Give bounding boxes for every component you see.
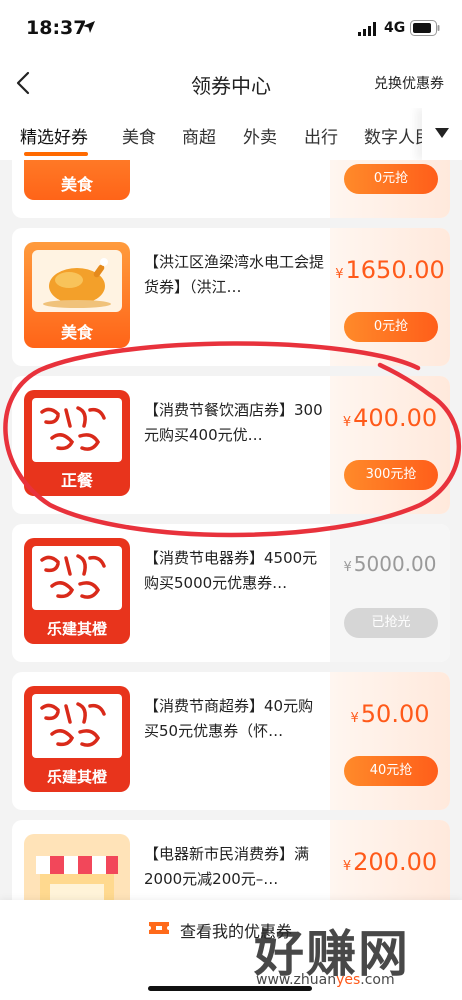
price-value: 1650.00 <box>345 256 445 284</box>
calligraphy-logo-icon <box>32 546 122 610</box>
watermark-url-prefix: www.zhuan <box>256 972 337 988</box>
coupon-list: 美食 0元抢 美食 【洪江区渔梁湾水电工会提货券】（洪江… ¥1650.00 0… <box>0 160 462 900</box>
tab-travel[interactable]: 出行 <box>304 123 338 148</box>
price-value: 200.00 <box>353 848 438 876</box>
calligraphy-logo-icon <box>32 694 122 758</box>
coupon-description: 【消费节商超券】40元购买50元优惠券（怀… <box>144 697 314 740</box>
price-column: ¥5000.00 已抢光 <box>330 524 450 662</box>
tab-food[interactable]: 美食 <box>122 123 156 148</box>
price-column: 0元抢 <box>330 160 450 218</box>
network-type: 4G <box>384 20 406 36</box>
coupon-description: 【洪江区渔梁湾水电工会提货券】（洪江… <box>144 253 325 296</box>
tab-featured[interactable]: 精选好券 <box>20 123 88 148</box>
watermark: 好赚网 www.zhuanyes.com <box>250 922 450 992</box>
category-tabs: 精选好券 美食 商超 外卖 出行 数字人民币 <box>0 108 462 160</box>
price-value: 5000.00 <box>353 552 437 576</box>
coupon-description: 【消费节电器券】4500元购买5000元优惠券… <box>144 549 318 592</box>
status-time: 18:37 <box>26 17 87 39</box>
tabs-expand-button[interactable] <box>422 108 462 160</box>
coupon-price: ¥5000.00 <box>330 552 450 576</box>
coupon-price: ¥1650.00 <box>330 256 450 284</box>
coupon-thumbnail: 美食 <box>24 242 130 348</box>
coupon-card[interactable]: 乐建其橙 【消费节商超券】40元购买50元优惠券（怀… ¥50.00 40元抢 <box>12 672 450 810</box>
currency-symbol: ¥ <box>343 560 352 575</box>
roast-chicken-icon <box>32 250 122 312</box>
grab-button[interactable]: 40元抢 <box>344 756 438 786</box>
thumb-label: 乐建其橙 <box>46 620 107 638</box>
sold-out-button: 已抢光 <box>344 608 438 638</box>
watermark-url-highlight: yes <box>336 972 361 988</box>
thumb-label: 乐建其橙 <box>46 768 107 786</box>
coupon-description: 【电器新市民消费券】满2000元减200元–… <box>144 845 310 888</box>
coupon-thumbnail: 正餐 <box>24 390 130 496</box>
triangle-down-icon <box>435 128 449 138</box>
battery-icon <box>410 20 440 36</box>
coupon-card[interactable]: 美食 0元抢 <box>12 160 450 218</box>
coupon-price: ¥50.00 <box>330 700 450 728</box>
tab-supermarket[interactable]: 商超 <box>182 123 216 148</box>
currency-symbol: ¥ <box>342 415 352 430</box>
signal-icon <box>358 22 376 36</box>
price-column: ¥400.00 300元抢 <box>330 376 450 514</box>
coupon-description: 【消费节餐饮酒店券】300元购买400元优… <box>144 401 323 444</box>
currency-symbol: ¥ <box>350 711 359 726</box>
thumb-label: 美食 <box>60 323 93 342</box>
coupon-icon[interactable] <box>148 918 170 938</box>
nav-header: 领券中心 兑换优惠券 <box>0 58 462 108</box>
price-column: ¥1650.00 0元抢 <box>330 228 450 366</box>
price-column: ¥200.00 <box>330 820 450 900</box>
location-arrow-icon <box>83 21 95 33</box>
calligraphy-logo-icon <box>32 398 122 462</box>
currency-symbol: ¥ <box>335 267 344 282</box>
coupon-card[interactable]: 美食 【洪江区渔梁湾水电工会提货券】（洪江… ¥1650.00 0元抢 <box>12 228 450 366</box>
coupon-card[interactable]: 正餐 【消费节餐饮酒店券】300元购买400元优… ¥400.00 300元抢 <box>12 376 450 514</box>
grab-button[interactable]: 0元抢 <box>344 312 438 342</box>
exchange-coupon-link[interactable]: 兑换优惠券 <box>374 73 444 93</box>
status-bar: 18:37 4G <box>0 0 462 58</box>
watermark-url-suffix: .com <box>360 972 395 988</box>
price-value: 50.00 <box>360 700 430 728</box>
coupon-card[interactable]: 乐建其橙 【消费节电器券】4500元购买5000元优惠券… ¥5000.00 已… <box>12 524 450 662</box>
coupon-thumbnail <box>24 834 130 900</box>
watermark-url: www.zhuanyes.com <box>256 972 395 988</box>
grab-button[interactable]: 0元抢 <box>344 164 438 194</box>
coupon-price: ¥200.00 <box>330 848 450 876</box>
thumb-label: 美食 <box>60 175 93 194</box>
thumb-label: 正餐 <box>60 471 93 490</box>
currency-symbol: ¥ <box>342 859 352 874</box>
price-value: 400.00 <box>353 404 438 432</box>
active-tab-indicator <box>24 152 88 156</box>
grab-button[interactable]: 300元抢 <box>344 460 438 490</box>
coupon-thumbnail: 乐建其橙 <box>24 538 130 644</box>
coupon-price: ¥400.00 <box>330 404 450 432</box>
tab-takeout[interactable]: 外卖 <box>243 123 277 148</box>
coupon-thumbnail: 美食 <box>24 160 130 200</box>
coupon-card[interactable]: 【电器新市民消费券】满2000元减200元–… ¥200.00 <box>12 820 450 900</box>
storefront-awning-icon <box>36 856 118 900</box>
price-column: ¥50.00 40元抢 <box>330 672 450 810</box>
coupon-thumbnail: 乐建其橙 <box>24 686 130 792</box>
